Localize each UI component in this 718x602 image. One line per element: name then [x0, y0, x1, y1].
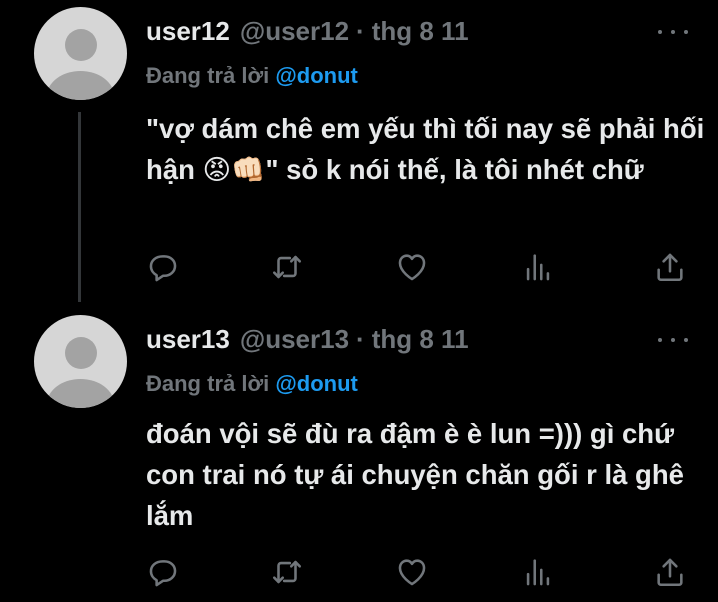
- like-button[interactable]: [395, 250, 429, 284]
- like-icon: [398, 254, 426, 281]
- replying-prefix: Đang trả lời: [146, 63, 270, 88]
- replying-prefix: Đang trả lời: [146, 371, 270, 396]
- retweet-icon: [272, 255, 302, 279]
- reply-icon: [149, 560, 177, 587]
- display-name[interactable]: user12: [146, 16, 230, 47]
- reply-button[interactable]: [146, 250, 180, 284]
- replying-to: Đang trả lời @donut: [146, 371, 358, 397]
- tweet-date[interactable]: thg 8 11: [372, 16, 469, 47]
- separator: ·: [356, 15, 365, 46]
- reply-button[interactable]: [146, 555, 180, 589]
- avatar-body: [47, 71, 114, 100]
- display-name[interactable]: user13: [146, 324, 230, 355]
- tweet-text: "vợ dám chê em yếu thì tối nay sẽ phải h…: [146, 113, 705, 185]
- views-button[interactable]: [521, 555, 555, 589]
- tweet-header: user13 @user13 · thg 8 11: [146, 321, 469, 357]
- views-button[interactable]: [521, 250, 555, 284]
- mention-link[interactable]: @donut: [275, 371, 358, 396]
- retweet-button[interactable]: [270, 555, 304, 589]
- reply-icon: [149, 255, 177, 282]
- more-icon[interactable]: [658, 330, 688, 350]
- avatar-head: [65, 29, 97, 61]
- tweet-actions: [146, 555, 686, 589]
- mention-link[interactable]: @donut: [275, 63, 358, 88]
- more-icon[interactable]: [658, 22, 688, 42]
- replying-to: Đang trả lời @donut: [146, 63, 358, 89]
- avatar-body: [47, 379, 114, 408]
- like-button[interactable]: [395, 555, 429, 589]
- tweet[interactable]: user12 @user12 · thg 8 11 Đang trả lời @…: [0, 0, 718, 302]
- share-button[interactable]: [653, 250, 687, 284]
- tweet-text: đoán vội sẽ đù ra đậm è è lun =))) gì ch…: [146, 418, 684, 531]
- retweet-icon: [272, 560, 302, 584]
- tweet[interactable]: user13 @user13 · thg 8 11 Đang trả lời @…: [0, 300, 718, 602]
- tweet-header: user12 @user12 · thg 8 11: [146, 13, 469, 49]
- avatar[interactable]: [34, 315, 127, 408]
- like-icon: [398, 559, 426, 586]
- avatar[interactable]: [34, 7, 127, 100]
- user-handle[interactable]: @user12: [240, 16, 349, 47]
- tweet-date[interactable]: thg 8 11: [372, 324, 469, 355]
- tweet-actions: [146, 250, 686, 284]
- views-icon: [526, 254, 550, 281]
- share-icon: [657, 558, 683, 587]
- share-button[interactable]: [653, 555, 687, 589]
- separator: ·: [356, 323, 365, 354]
- thread-line: [78, 112, 81, 302]
- views-icon: [526, 559, 550, 586]
- share-icon: [657, 253, 683, 282]
- retweet-button[interactable]: [270, 250, 304, 284]
- user-handle[interactable]: @user13: [240, 324, 349, 355]
- avatar-head: [65, 337, 97, 369]
